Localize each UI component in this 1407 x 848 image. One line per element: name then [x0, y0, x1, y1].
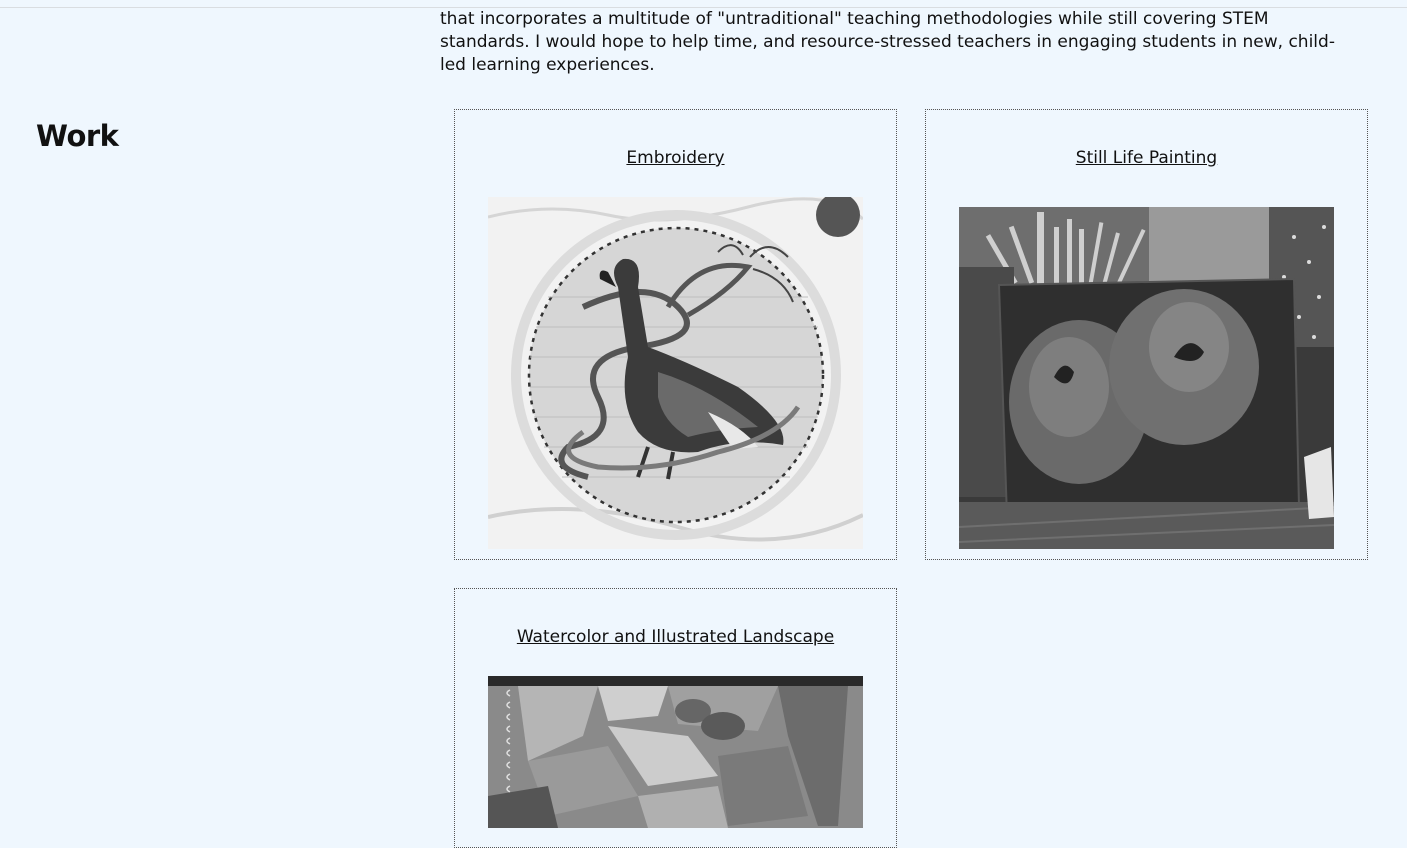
still-life-image[interactable] — [959, 207, 1334, 549]
watercolor-landscape-link[interactable]: Watercolor and Illustrated Landscape — [455, 627, 896, 647]
intro-line-3: led learning experiences. — [440, 55, 655, 75]
intro-line-1: that incorporates a multitude of "untrad… — [440, 9, 1269, 29]
watercolor-landscape-image[interactable] — [488, 676, 863, 828]
embroidery-link[interactable]: Embroidery — [455, 148, 896, 168]
still-life-painting-link[interactable]: Still Life Painting — [926, 148, 1367, 168]
intro-paragraph: that incorporates a multitude of "untrad… — [440, 8, 1385, 77]
work-section-title: Work — [36, 119, 119, 153]
work-card-still-life: Still Life Painting — [925, 109, 1368, 560]
work-card-watercolor: Watercolor and Illustrated Landscape — [454, 588, 897, 848]
intro-line-2: standards. I would hope to help time, an… — [440, 32, 1335, 52]
embroidery-image[interactable] — [488, 197, 863, 549]
work-card-embroidery: Embroidery — [454, 109, 897, 560]
